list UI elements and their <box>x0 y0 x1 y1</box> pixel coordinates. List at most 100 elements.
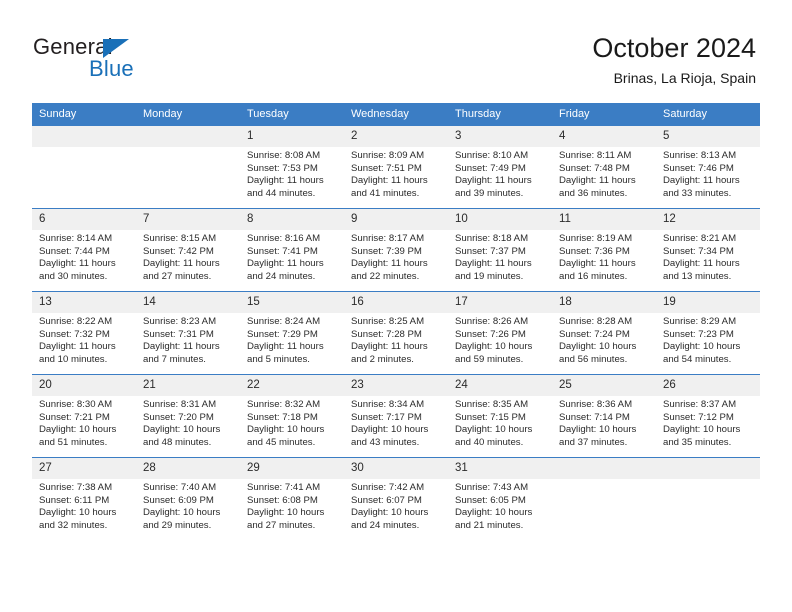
calendar-week-row: 20 Sunrise: 8:30 AM Sunset: 7:21 PM Dayligh… <box>32 374 760 458</box>
day-number: 2 <box>344 126 448 147</box>
day-number: 23 <box>344 375 448 396</box>
sunset-text: Sunset: 7:17 PM <box>351 411 422 423</box>
calendar-day-cell-empty <box>656 457 760 540</box>
daylight-text-line1: Daylight: 10 hours <box>663 341 741 353</box>
calendar-day-cell[interactable]: 29 Sunrise: 7:41 AM Sunset: 6:08 PM Dayligh… <box>240 457 344 540</box>
day-details: Sunrise: 8:16 AM Sunset: 7:41 PM Daylight:… <box>240 230 344 283</box>
calendar-day-cell[interactable]: 13 Sunrise: 8:22 AM Sunset: 7:32 PM Dayligh… <box>32 291 136 375</box>
daylight-text-line1: Daylight: 10 hours <box>247 424 325 436</box>
daylight-text-line2: and 56 minutes. <box>559 353 628 365</box>
day-details: Sunrise: 7:42 AM Sunset: 6:07 PM Daylight:… <box>344 479 448 532</box>
sunset-text: Sunset: 7:28 PM <box>351 328 422 340</box>
calendar-day-cell[interactable]: 16 Sunrise: 8:25 AM Sunset: 7:28 PM Dayligh… <box>344 291 448 375</box>
daylight-text-line1: Daylight: 11 hours <box>559 258 636 270</box>
calendar-day-cell[interactable]: 7 Sunrise: 8:15 AM Sunset: 7:42 PM Daylight… <box>136 208 240 292</box>
day-number: 17 <box>448 292 552 313</box>
calendar-header-row: Sunday Monday Tuesday Wednesday Thursday… <box>32 103 760 126</box>
daylight-text-line2: and 48 minutes. <box>143 436 212 448</box>
sunrise-text: Sunrise: 8:14 AM <box>39 233 113 244</box>
day-details: Sunrise: 8:10 AM Sunset: 7:49 PM Daylight:… <box>448 147 552 200</box>
daylight-text-line2: and 54 minutes. <box>663 353 732 365</box>
page-header: General Blue October 2024 Brinas, La Rio… <box>0 0 792 103</box>
weekday-header-wednesday: Wednesday <box>344 103 448 126</box>
day-details: Sunrise: 8:15 AM Sunset: 7:42 PM Daylight:… <box>136 230 240 283</box>
day-details: Sunrise: 8:09 AM Sunset: 7:51 PM Daylight:… <box>344 147 448 200</box>
general-blue-logo[interactable]: General Blue <box>33 34 253 84</box>
sunset-text: Sunset: 7:21 PM <box>39 411 110 423</box>
calendar-day-cell[interactable]: 27 Sunrise: 7:38 AM Sunset: 6:11 PM Dayligh… <box>32 457 136 540</box>
calendar-day-cell[interactable]: 11 Sunrise: 8:19 AM Sunset: 7:36 PM Dayligh… <box>552 208 656 292</box>
sunrise-text: Sunrise: 8:09 AM <box>351 150 425 161</box>
calendar-day-cell[interactable]: 12 Sunrise: 8:21 AM Sunset: 7:34 PM Dayligh… <box>656 208 760 292</box>
calendar-day-cell[interactable]: 4 Sunrise: 8:11 AM Sunset: 7:48 PM Daylight… <box>552 125 656 209</box>
day-number <box>32 126 136 147</box>
sunset-text: Sunset: 7:42 PM <box>143 245 214 257</box>
calendar-day-cell[interactable]: 6 Sunrise: 8:14 AM Sunset: 7:44 PM Daylight… <box>32 208 136 292</box>
calendar-day-cell[interactable]: 19 Sunrise: 8:29 AM Sunset: 7:23 PM Dayligh… <box>656 291 760 375</box>
calendar-day-cell[interactable]: 1 Sunrise: 8:08 AM Sunset: 7:53 PM Daylight… <box>240 125 344 209</box>
calendar-day-cell[interactable]: 23 Sunrise: 8:34 AM Sunset: 7:17 PM Dayligh… <box>344 374 448 458</box>
calendar-day-cell[interactable]: 28 Sunrise: 7:40 AM Sunset: 6:09 PM Dayligh… <box>136 457 240 540</box>
sunset-text: Sunset: 6:05 PM <box>455 494 526 506</box>
calendar-day-cell[interactable]: 17 Sunrise: 8:26 AM Sunset: 7:26 PM Dayligh… <box>448 291 552 375</box>
sunset-text: Sunset: 7:18 PM <box>247 411 318 423</box>
sunset-text: Sunset: 7:51 PM <box>351 162 422 174</box>
weekday-header-saturday: Saturday <box>656 103 760 126</box>
daylight-text-line2: and 22 minutes. <box>351 270 420 282</box>
calendar-day-cell-empty <box>136 125 240 209</box>
daylight-text-line2: and 29 minutes. <box>143 519 212 531</box>
calendar-day-cell[interactable]: 15 Sunrise: 8:24 AM Sunset: 7:29 PM Dayligh… <box>240 291 344 375</box>
calendar-day-cell[interactable]: 8 Sunrise: 8:16 AM Sunset: 7:41 PM Daylight… <box>240 208 344 292</box>
sunset-text: Sunset: 6:07 PM <box>351 494 422 506</box>
daylight-text-line2: and 19 minutes. <box>455 270 524 282</box>
sunrise-text: Sunrise: 8:30 AM <box>39 399 113 410</box>
daylight-text-line2: and 16 minutes. <box>559 270 628 282</box>
calendar-day-cell[interactable]: 21 Sunrise: 8:31 AM Sunset: 7:20 PM Dayligh… <box>136 374 240 458</box>
day-number: 24 <box>448 375 552 396</box>
calendar-day-cell[interactable]: 5 Sunrise: 8:13 AM Sunset: 7:46 PM Daylight… <box>656 125 760 209</box>
sunset-text: Sunset: 7:37 PM <box>455 245 526 257</box>
daylight-text-line2: and 43 minutes. <box>351 436 420 448</box>
day-number: 3 <box>448 126 552 147</box>
sunset-text: Sunset: 6:08 PM <box>247 494 318 506</box>
daylight-text-line2: and 59 minutes. <box>455 353 524 365</box>
day-details: Sunrise: 8:13 AM Sunset: 7:46 PM Daylight:… <box>656 147 760 200</box>
calendar-day-cell[interactable]: 30 Sunrise: 7:42 AM Sunset: 6:07 PM Dayligh… <box>344 457 448 540</box>
daylight-text-line2: and 24 minutes. <box>247 270 316 282</box>
calendar-day-cell[interactable]: 18 Sunrise: 8:28 AM Sunset: 7:24 PM Dayligh… <box>552 291 656 375</box>
calendar-day-cell[interactable]: 9 Sunrise: 8:17 AM Sunset: 7:39 PM Daylight… <box>344 208 448 292</box>
logo-text-blue: Blue <box>89 56 134 81</box>
calendar-day-cell[interactable]: 31 Sunrise: 7:43 AM Sunset: 6:05 PM Dayligh… <box>448 457 552 540</box>
calendar-day-cell[interactable]: 22 Sunrise: 8:32 AM Sunset: 7:18 PM Dayligh… <box>240 374 344 458</box>
calendar-week-row: 27 Sunrise: 7:38 AM Sunset: 6:11 PM Dayligh… <box>32 457 760 540</box>
sunrise-text: Sunrise: 8:08 AM <box>247 150 321 161</box>
daylight-text-line1: Daylight: 11 hours <box>143 341 220 353</box>
calendar-day-cell[interactable]: 26 Sunrise: 8:37 AM Sunset: 7:12 PM Dayligh… <box>656 374 760 458</box>
sunset-text: Sunset: 7:53 PM <box>247 162 318 174</box>
calendar-day-cell[interactable]: 25 Sunrise: 8:36 AM Sunset: 7:14 PM Dayligh… <box>552 374 656 458</box>
calendar-day-cell[interactable]: 2 Sunrise: 8:09 AM Sunset: 7:51 PM Daylight… <box>344 125 448 209</box>
daylight-text-line1: Daylight: 10 hours <box>143 507 221 519</box>
calendar-day-cell[interactable]: 24 Sunrise: 8:35 AM Sunset: 7:15 PM Dayligh… <box>448 374 552 458</box>
calendar-day-cell[interactable]: 14 Sunrise: 8:23 AM Sunset: 7:31 PM Dayligh… <box>136 291 240 375</box>
calendar-body: 1 Sunrise: 8:08 AM Sunset: 7:53 PM Daylight… <box>32 125 760 540</box>
sunset-text: Sunset: 7:32 PM <box>39 328 110 340</box>
daylight-text-line2: and 2 minutes. <box>351 353 414 365</box>
calendar-day-cell[interactable]: 20 Sunrise: 8:30 AM Sunset: 7:21 PM Dayligh… <box>32 374 136 458</box>
day-details: Sunrise: 8:36 AM Sunset: 7:14 PM Daylight:… <box>552 396 656 449</box>
calendar-day-cell[interactable]: 3 Sunrise: 8:10 AM Sunset: 7:49 PM Daylight… <box>448 125 552 209</box>
daylight-text-line1: Daylight: 10 hours <box>39 424 117 436</box>
weekday-header-sunday: Sunday <box>32 103 136 126</box>
day-details: Sunrise: 8:28 AM Sunset: 7:24 PM Daylight:… <box>552 313 656 366</box>
sunrise-text: Sunrise: 8:25 AM <box>351 316 425 327</box>
day-number: 15 <box>240 292 344 313</box>
calendar-day-cell[interactable]: 10 Sunrise: 8:18 AM Sunset: 7:37 PM Dayligh… <box>448 208 552 292</box>
day-details: Sunrise: 7:41 AM Sunset: 6:08 PM Daylight:… <box>240 479 344 532</box>
daylight-text-line2: and 21 minutes. <box>455 519 524 531</box>
day-details: Sunrise: 8:22 AM Sunset: 7:32 PM Daylight:… <box>32 313 136 366</box>
day-number: 12 <box>656 209 760 230</box>
sunset-text: Sunset: 7:31 PM <box>143 328 214 340</box>
sunrise-text: Sunrise: 8:21 AM <box>663 233 737 244</box>
sunset-text: Sunset: 7:34 PM <box>663 245 734 257</box>
daylight-text-line1: Daylight: 11 hours <box>247 258 324 270</box>
